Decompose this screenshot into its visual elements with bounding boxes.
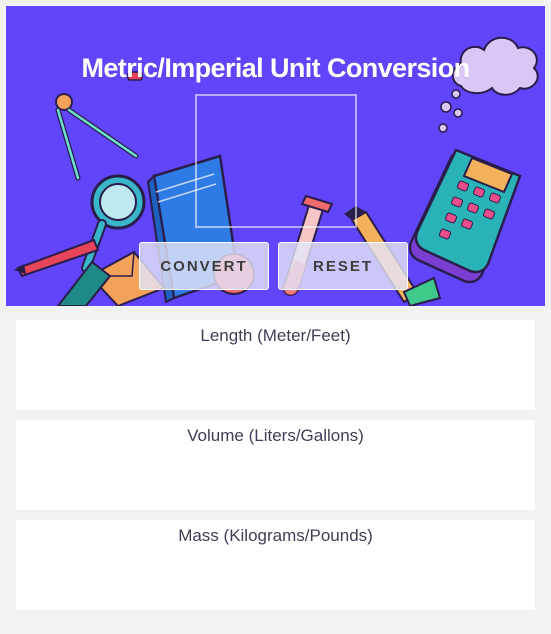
convert-button[interactable]: CONVERT [139, 242, 269, 290]
value-input[interactable] [195, 94, 357, 228]
mass-result-label: Mass (Kilograms/Pounds) [178, 526, 373, 545]
length-result-card: Length (Meter/Feet) [16, 320, 535, 410]
calculator-icon [408, 148, 522, 284]
page-title: Metric/Imperial Unit Conversion [81, 53, 471, 83]
length-result-label: Length (Meter/Feet) [200, 326, 351, 345]
app-frame: Metric/Imperial Unit Conversion CONVERT … [0, 0, 551, 634]
compass-icon [55, 93, 139, 181]
hero-banner: Metric/Imperial Unit Conversion CONVERT … [6, 6, 545, 306]
volume-result-card: Volume (Liters/Gallons) [16, 420, 535, 510]
cloud-icon [438, 36, 539, 133]
reset-button[interactable]: RESET [278, 242, 408, 290]
volume-result-label: Volume (Liters/Gallons) [187, 426, 364, 445]
mass-result-card: Mass (Kilograms/Pounds) [16, 520, 535, 610]
